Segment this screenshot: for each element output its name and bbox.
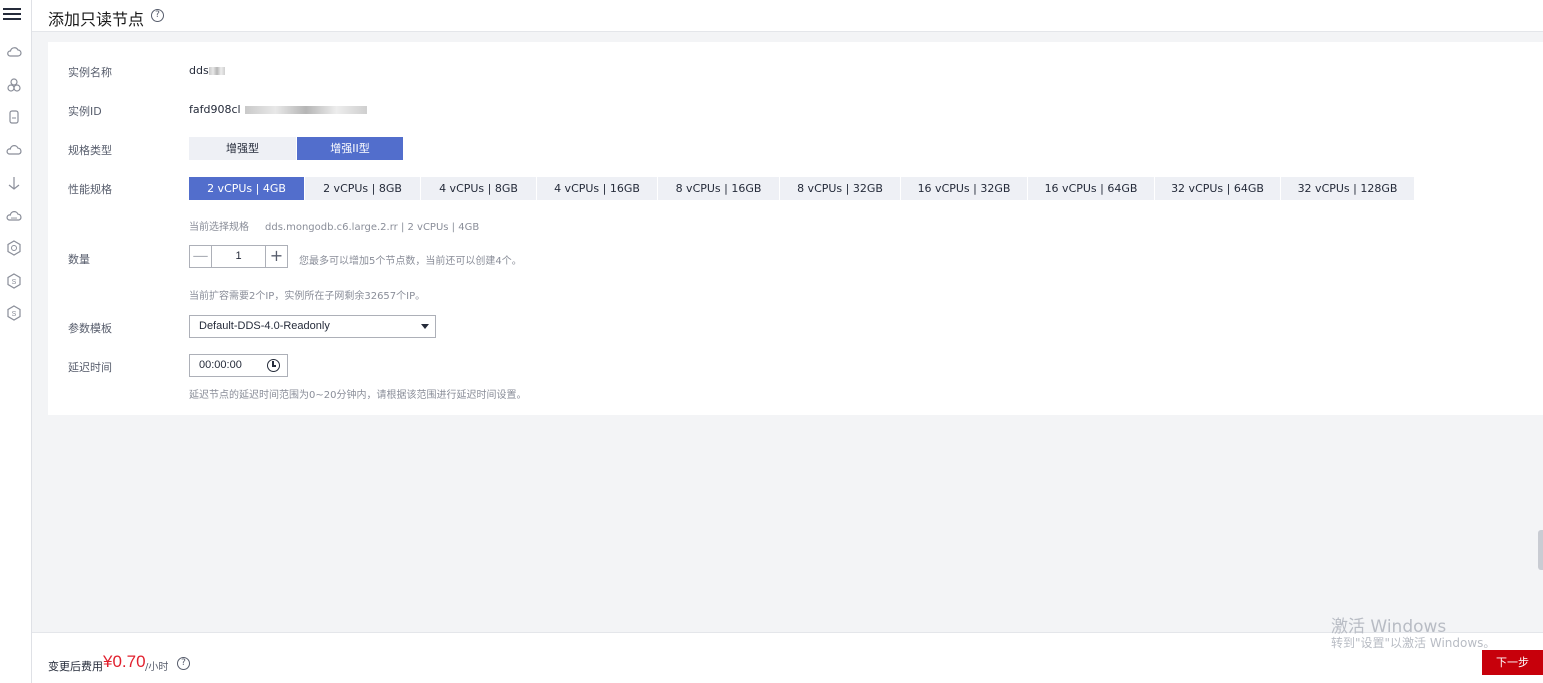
- hamburger-menu-icon[interactable]: [3, 5, 21, 23]
- question-circle-icon[interactable]: ?: [177, 657, 190, 670]
- spec-type-label: 规格类型: [68, 144, 112, 157]
- anchor-icon[interactable]: [6, 175, 22, 191]
- param-template-label: 参数模板: [68, 322, 112, 335]
- perf-spec-option[interactable]: 8 vCPUs | 32GB: [780, 177, 900, 200]
- instance-id-value: fafd908cl: [189, 103, 367, 116]
- perf-spec-option[interactable]: 8 vCPUs | 16GB: [658, 177, 779, 200]
- cloud-dots-icon[interactable]: [6, 208, 22, 224]
- database-icon[interactable]: [6, 109, 22, 125]
- perf-spec-option[interactable]: 32 vCPUs | 128GB: [1281, 177, 1414, 200]
- form-card: 实例名称 dds 实例ID fafd908cl 规格类型 增强型 增强II型 性…: [48, 42, 1543, 415]
- quantity-input[interactable]: 1: [212, 246, 265, 267]
- cloud-outline-icon[interactable]: [6, 142, 22, 158]
- svg-text:S: S: [12, 279, 17, 286]
- ip-note: 当前扩容需要2个IP，实例所在子网剩余32657个IP。: [189, 291, 426, 302]
- perf-spec-label: 性能规格: [68, 183, 112, 196]
- hexagon-s-icon[interactable]: S: [6, 273, 22, 289]
- footer-bar: 变更后费用 ¥0.70 /小时 ? 下一步: [32, 632, 1543, 683]
- delay-time-picker[interactable]: 00:00:00: [189, 354, 288, 377]
- perf-spec-option[interactable]: 4 vCPUs | 8GB: [421, 177, 536, 200]
- quantity-stepper: — 1 +: [189, 245, 288, 268]
- page-title: 添加只读节点: [48, 10, 145, 29]
- param-template-select[interactable]: Default-DDS-4.0-Readonly: [189, 315, 436, 338]
- cluster-icon[interactable]: [6, 77, 22, 93]
- perf-spec-option[interactable]: 16 vCPUs | 32GB: [901, 177, 1027, 200]
- param-template-value: Default-DDS-4.0-Readonly: [199, 320, 330, 332]
- cloud-icon[interactable]: [6, 44, 22, 60]
- perf-spec-option[interactable]: 16 vCPUs | 64GB: [1028, 177, 1154, 200]
- delay-time-value: 00:00:00: [199, 359, 242, 371]
- instance-name-value: dds: [189, 64, 225, 77]
- left-nav-rail: S S: [0, 0, 32, 683]
- caret-down-icon: [421, 324, 429, 329]
- fee-unit: /小时: [145, 662, 169, 673]
- perf-spec-option[interactable]: 32 vCPUs | 64GB: [1155, 177, 1280, 200]
- hexagon-icon[interactable]: [6, 240, 22, 256]
- perf-spec-option[interactable]: 2 vCPUs | 4GB: [189, 177, 304, 200]
- side-drawer-handle[interactable]: [1538, 530, 1543, 570]
- quantity-label: 数量: [68, 253, 90, 266]
- perf-spec-option[interactable]: 2 vCPUs | 8GB: [305, 177, 420, 200]
- fee-label: 变更后费用: [48, 660, 103, 673]
- svg-text:S: S: [12, 311, 17, 318]
- question-circle-icon[interactable]: ?: [151, 9, 164, 22]
- instance-id-label: 实例ID: [68, 105, 102, 118]
- delay-note: 延迟节点的延迟时间范围为0~20分钟内，请根据该范围进行延迟时间设置。: [189, 390, 527, 401]
- next-step-button[interactable]: 下一步: [1482, 650, 1543, 675]
- current-spec-hint: 当前选择规格 dds.mongodb.c6.large.2.rr | 2 vCPU…: [189, 222, 480, 233]
- clock-icon[interactable]: [267, 359, 280, 372]
- quantity-increment-button[interactable]: +: [265, 246, 287, 267]
- fee-price: ¥0.70: [103, 652, 146, 671]
- instance-name-label: 实例名称: [68, 66, 112, 79]
- perf-spec-option[interactable]: 4 vCPUs | 16GB: [537, 177, 657, 200]
- delay-label: 延迟时间: [68, 361, 112, 374]
- spec-type-option-enhanced[interactable]: 增强型: [189, 137, 296, 160]
- windows-activation-watermark-text: 转到"设置"以激活 Windows。: [1331, 636, 1496, 650]
- quantity-note: 您最多可以增加5个节点数，当前还可以创建4个。: [299, 256, 522, 267]
- spec-type-option-enhanced-ii[interactable]: 增强II型: [297, 137, 403, 160]
- hexagon-s2-icon[interactable]: S: [6, 305, 22, 321]
- quantity-decrement-button[interactable]: —: [190, 246, 212, 267]
- page-header: 添加只读节点 ?: [32, 0, 1543, 32]
